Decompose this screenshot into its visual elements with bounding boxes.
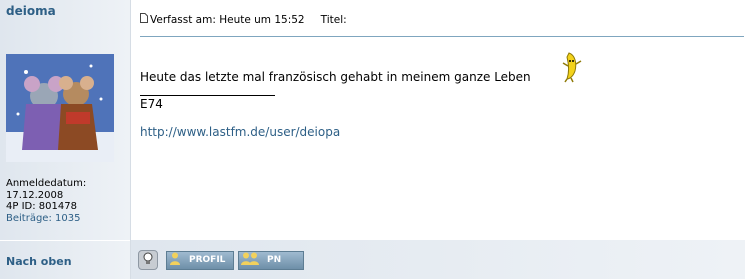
join-date-label: Anmeldedatum: [6,178,87,189]
pm-button-label: PN [267,255,282,265]
post-actions: PROFIL PN [138,250,308,270]
signature-divider [140,95,275,96]
post-document-icon [140,13,150,26]
post-count[interactable]: Beiträge: 1035 [6,213,86,225]
ip-button[interactable] [138,250,158,270]
post-header: Verfasst am: Heute um 15:52 Titel: [140,13,347,26]
lightbulb-icon [142,251,154,270]
user-icon [169,252,181,268]
author-username[interactable]: deioma [6,4,56,18]
signature-link[interactable]: http://www.lastfm.de/user/deiopa [140,125,340,139]
divider [0,240,130,241]
signature-text: E74 [140,97,163,111]
post-title-label: Titel: [320,13,347,26]
post-panel [131,0,745,279]
profile-button[interactable]: PROFIL [166,250,234,270]
posted-date: Verfasst am: Heute um 15:52 [150,13,305,26]
join-date-value: 17.12.2008 [6,189,64,201]
post-message: Heute das letzte mal französisch gehabt … [140,70,531,84]
back-to-top-link[interactable]: Nach oben [6,255,72,268]
author-meta: Anmeldedatum: 17.12.2008 4P ID: 801478 B… [6,178,86,224]
avatar [6,54,114,162]
pm-button[interactable]: PN [238,250,304,270]
post-divider [140,36,744,37]
profile-button-label: PROFIL [189,255,226,265]
author-panel: deioma Anmeldedatum: 17.12.2008 4P ID: 8… [0,0,131,279]
dancing-banana-icon [557,51,583,83]
users-icon [241,252,259,268]
author-id: 4P ID: 801478 [6,201,77,212]
